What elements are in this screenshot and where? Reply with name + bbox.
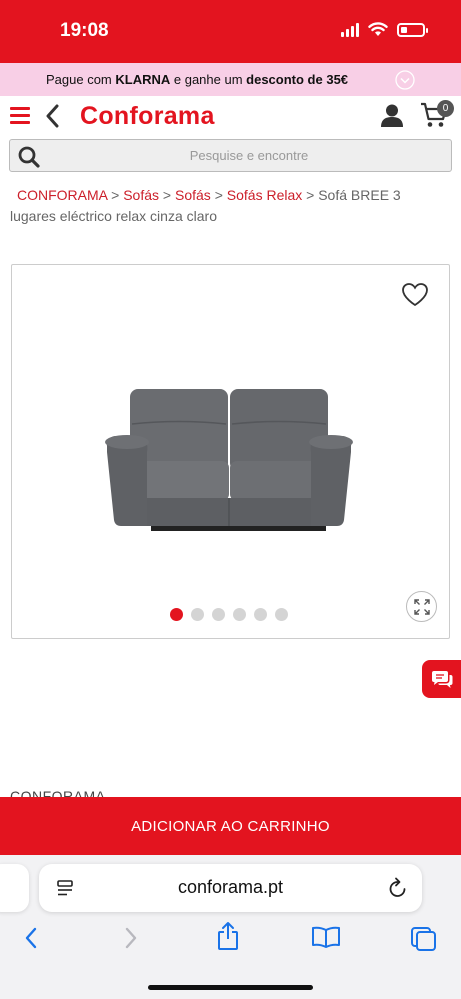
gallery-dot[interactable] bbox=[233, 608, 246, 621]
breadcrumb: CONFORAMA > Sofás > Sofás > Sofás Relax … bbox=[10, 185, 450, 227]
wifi-icon bbox=[368, 22, 388, 36]
reload-icon[interactable] bbox=[388, 877, 408, 899]
promo-text: Pague com KLARNA e ganhe um desconto de … bbox=[46, 72, 349, 87]
status-bar: 19:08 bbox=[0, 0, 461, 63]
back-icon[interactable] bbox=[22, 925, 40, 951]
chevron-down-icon[interactable] bbox=[395, 70, 415, 90]
add-to-cart-button[interactable]: ADICIONAR AO CARRINHO bbox=[0, 797, 461, 855]
chat-button[interactable] bbox=[422, 660, 461, 698]
breadcrumb-separator: > bbox=[162, 187, 172, 203]
zoom-button[interactable] bbox=[406, 591, 437, 622]
menu-icon[interactable] bbox=[10, 107, 30, 125]
logo[interactable]: Conforama bbox=[80, 102, 215, 131]
search-icon[interactable] bbox=[17, 145, 41, 169]
breadcrumb-separator: > bbox=[306, 187, 315, 203]
share-icon[interactable] bbox=[216, 921, 240, 951]
gallery-dot[interactable] bbox=[275, 608, 288, 621]
expand-icon bbox=[414, 599, 430, 615]
gallery-dot[interactable] bbox=[212, 608, 225, 621]
home-indicator bbox=[148, 985, 313, 990]
browser-toolbar bbox=[0, 922, 461, 961]
bookmarks-icon[interactable] bbox=[311, 926, 341, 948]
breadcrumb-link-home[interactable]: CONFORAMA bbox=[17, 187, 107, 203]
heart-icon[interactable] bbox=[401, 282, 429, 307]
chat-icon bbox=[432, 671, 453, 688]
previous-tab-preview[interactable] bbox=[0, 864, 29, 912]
gallery-dot[interactable] bbox=[191, 608, 204, 621]
url-text: conforama.pt bbox=[177, 877, 284, 897]
breadcrumb-link-sofas[interactable]: Sofás bbox=[123, 187, 159, 203]
gallery-dot[interactable] bbox=[170, 608, 183, 621]
tabs-icon[interactable] bbox=[410, 926, 438, 952]
gallery-dots bbox=[170, 608, 288, 621]
product-gallery bbox=[11, 264, 450, 639]
cellular-signal-icon bbox=[341, 22, 359, 37]
product-image[interactable] bbox=[101, 386, 357, 534]
breadcrumb-link-sofas-sub[interactable]: Sofás bbox=[175, 187, 211, 203]
browser-bottom-bar: conforama.pt bbox=[0, 855, 461, 999]
breadcrumb-separator: > bbox=[111, 187, 120, 203]
site-header: Conforama bbox=[0, 96, 461, 136]
battery-icon bbox=[397, 22, 428, 37]
status-icons bbox=[341, 22, 428, 37]
search-input[interactable] bbox=[54, 140, 444, 171]
status-time: 19:08 bbox=[60, 20, 109, 41]
breadcrumb-link-sofas-relax[interactable]: Sofás Relax bbox=[227, 187, 302, 203]
search-bar bbox=[9, 139, 452, 172]
back-chevron-icon[interactable] bbox=[44, 104, 60, 128]
address-bar[interactable]: conforama.pt bbox=[39, 864, 422, 912]
user-icon[interactable] bbox=[380, 103, 404, 128]
gallery-dot[interactable] bbox=[254, 608, 267, 621]
forward-icon[interactable] bbox=[122, 925, 140, 951]
breadcrumb-separator: > bbox=[214, 187, 223, 203]
promo-banner[interactable]: Pague com KLARNA e ganhe um desconto de … bbox=[0, 63, 461, 96]
cart-count-badge: 0 bbox=[437, 100, 454, 117]
